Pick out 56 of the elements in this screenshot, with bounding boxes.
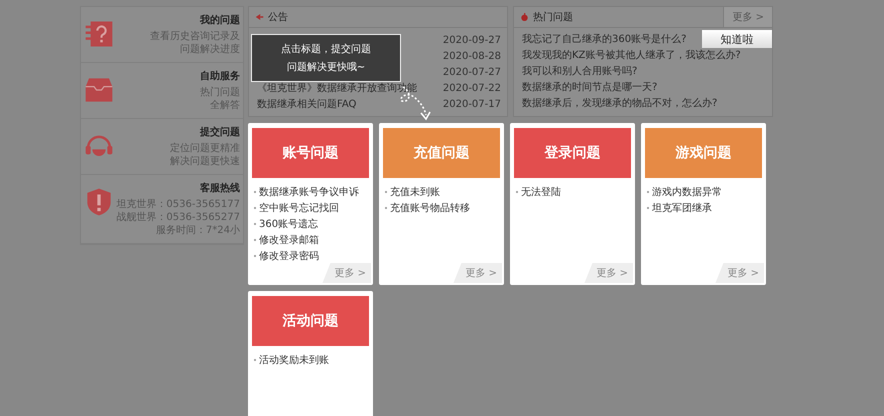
announcement-date: 2020-07-22: [442, 82, 501, 94]
question-link[interactable]: 我可以和别人合用账号吗?: [522, 64, 638, 80]
question-link[interactable]: 数据继承的时间节点是哪一天?: [522, 80, 658, 96]
category-question-link[interactable]: 数据继承账号争议申诉: [259, 185, 359, 199]
category-question-link[interactable]: 活动奖励未到账: [259, 353, 329, 367]
sidebar-item-description: 查看历史咨询记录及: [150, 30, 240, 43]
announcement-date: 2020-07-17: [442, 98, 501, 110]
sidebar-item-description: 解决问题更快速: [170, 155, 240, 168]
sidebar-item[interactable]: 自助服务 热门问题 全解答: [81, 63, 243, 119]
announcement-date: 2020-07-27: [442, 66, 501, 78]
announcement-date: 2020-08-28: [442, 50, 501, 62]
category-question-link[interactable]: 无法登陆: [521, 185, 561, 199]
sidebar-item-description: 问题解决进度: [180, 43, 240, 56]
apple-icon: [520, 13, 529, 21]
sidebar-item[interactable]: 我的问题 查看历史咨询记录及 问题解决进度: [81, 7, 243, 63]
category-question-link[interactable]: 360账号遗忘: [259, 217, 318, 231]
sidebar-item-description: 热门问题: [200, 86, 240, 99]
question-link[interactable]: 数据继承后，发现继承的物品不对，怎么办?: [522, 96, 718, 112]
more-link[interactable]: 更多 >: [453, 263, 502, 283]
dismiss-button[interactable]: 知道啦: [702, 30, 772, 48]
more-link[interactable]: 更多 >: [322, 263, 371, 283]
more-link[interactable]: 更多 >: [584, 263, 633, 283]
sidebar-item-description: 定位问题更精准: [170, 142, 240, 155]
category-header[interactable]: 游戏问题: [645, 128, 762, 178]
more-link[interactable]: 更多 >: [715, 263, 764, 283]
sidebar-item-title: 自助服务: [200, 70, 240, 83]
category-header[interactable]: 账号问题: [252, 128, 369, 178]
panel-title: 公告: [268, 10, 288, 24]
sidebar-item-description: 坦克世界：0536-3565177: [116, 198, 240, 211]
category-header[interactable]: 活动问题: [252, 296, 369, 346]
category-question-link[interactable]: 修改登录密码: [259, 249, 319, 263]
category-question-link[interactable]: 修改登录邮箱: [259, 233, 319, 247]
tooltip-text: 点击标题，提交问题: [281, 42, 371, 56]
category-question-link[interactable]: 充值未到账: [390, 185, 440, 199]
sidebar-item-description: 全解答: [210, 99, 240, 112]
category-question-link[interactable]: 充值账号物品转移: [390, 201, 470, 215]
sidebar-item-title: 客服热线: [200, 181, 240, 195]
panel-title: 热门问题: [533, 10, 573, 24]
category-question-link[interactable]: 游戏内数据异常: [652, 185, 722, 199]
category-question-link[interactable]: 坦克军团继承: [652, 201, 712, 215]
announcement-link[interactable]: 数据继承相关问题FAQ: [257, 97, 356, 111]
category-header[interactable]: 充值问题: [383, 128, 500, 178]
category-header[interactable]: 登录问题: [514, 128, 631, 178]
sidebar-item-title: 提交问题: [200, 125, 240, 139]
sidebar-item-description: 战舰世界：0536-3565277: [116, 211, 240, 224]
sidebar-item[interactable]: 提交问题 定位问题更精准 解决问题更快速: [81, 119, 243, 175]
announcement-date: 2020-09-27: [442, 34, 501, 46]
category-question-link[interactable]: 空中账号忘记找回: [259, 201, 339, 215]
question-link[interactable]: 我发现我的KZ账号被其他人继承了，我该怎么办?: [522, 48, 741, 64]
question-link[interactable]: 我忘记了自己继承的360账号是什么?: [522, 32, 686, 48]
sidebar-item-title: 我的问题: [200, 14, 240, 27]
sidebar-item-description: 服务时间：7*24小: [156, 224, 240, 237]
tooltip-text: 问题解决更快哦~: [286, 60, 366, 74]
sidebar-item[interactable]: 客服热线 坦克世界：0536-3565177 战舰世界：0536-3565277 服务时间：7*24小: [81, 175, 243, 244]
question-book-icon: [84, 19, 114, 49]
more-link[interactable]: 更多 >: [723, 7, 772, 27]
